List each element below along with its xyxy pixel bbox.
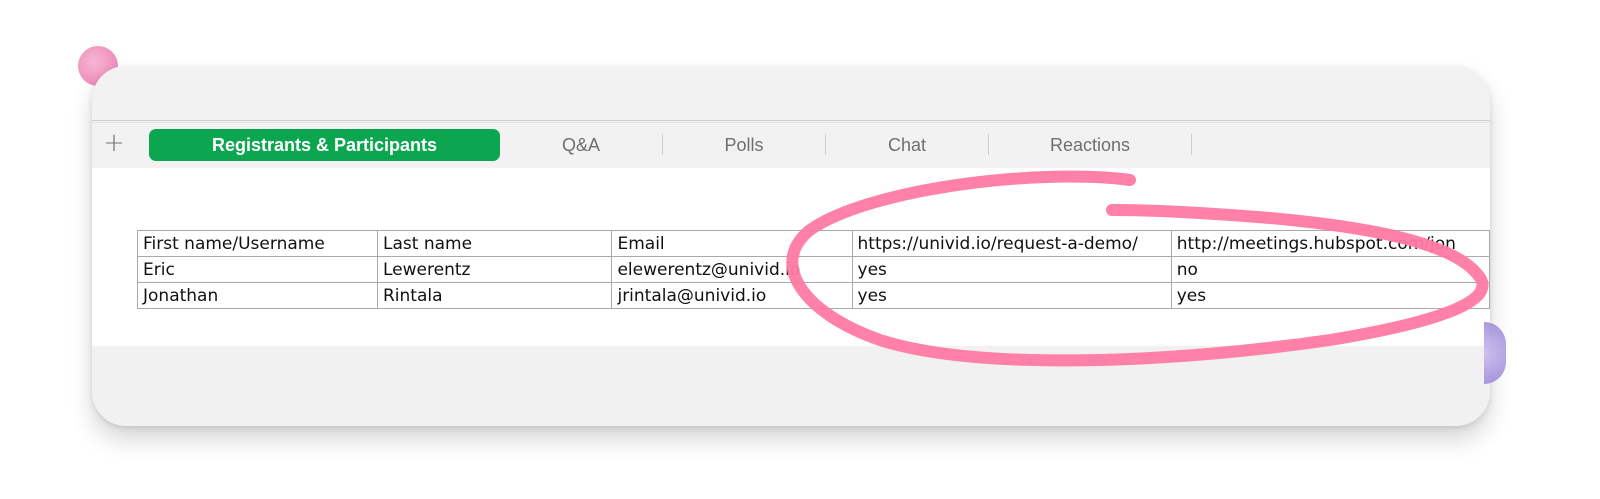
add-sheet-button[interactable]: + xyxy=(100,129,128,159)
tab-reactions[interactable]: Reactions xyxy=(989,129,1191,161)
data-table: First name/Username Last name Email http… xyxy=(137,230,1490,309)
table-cell[interactable]: Eric xyxy=(137,256,378,283)
tab-divider xyxy=(1191,134,1192,155)
sheet-tab-bar: + Registrants & Participants Q&A Polls C… xyxy=(92,122,1490,170)
table-row: Eric Lewerentz elewerentz@univid.io yes … xyxy=(137,256,1490,283)
toolbar-divider xyxy=(92,120,1490,121)
app-window: + Registrants & Participants Q&A Polls C… xyxy=(92,66,1490,426)
spreadsheet-canvas: First name/Username Last name Email http… xyxy=(92,168,1490,346)
table-cell[interactable]: jrintala@univid.io xyxy=(611,282,853,309)
table-cell[interactable]: Rintala xyxy=(376,282,613,309)
table-cell[interactable]: yes xyxy=(851,256,1172,283)
purple-blob-decoration xyxy=(1484,322,1506,384)
header-cell[interactable]: http://meetings.hubspot.com/jon xyxy=(1170,230,1490,257)
table-row: Jonathan Rintala jrintala@univid.io yes … xyxy=(137,282,1490,309)
table-cell[interactable]: elewerentz@univid.io xyxy=(611,256,853,283)
table-cell[interactable]: yes xyxy=(851,282,1172,309)
header-cell[interactable]: First name/Username xyxy=(137,230,378,257)
tab-registrants-participants[interactable]: Registrants & Participants xyxy=(149,129,500,161)
tab-qa[interactable]: Q&A xyxy=(500,129,662,161)
toolbar-area xyxy=(92,66,1490,122)
table-cell[interactable]: yes xyxy=(1170,282,1490,309)
tab-polls[interactable]: Polls xyxy=(663,129,825,161)
table-cell[interactable]: no xyxy=(1170,256,1490,283)
table-header-row: First name/Username Last name Email http… xyxy=(137,230,1490,257)
header-cell[interactable]: Last name xyxy=(376,230,613,257)
header-cell[interactable]: Email xyxy=(611,230,853,257)
table-cell[interactable]: Jonathan xyxy=(137,282,378,309)
tab-chat[interactable]: Chat xyxy=(826,129,988,161)
header-cell[interactable]: https://univid.io/request-a-demo/ xyxy=(851,230,1172,257)
table-cell[interactable]: Lewerentz xyxy=(376,256,613,283)
